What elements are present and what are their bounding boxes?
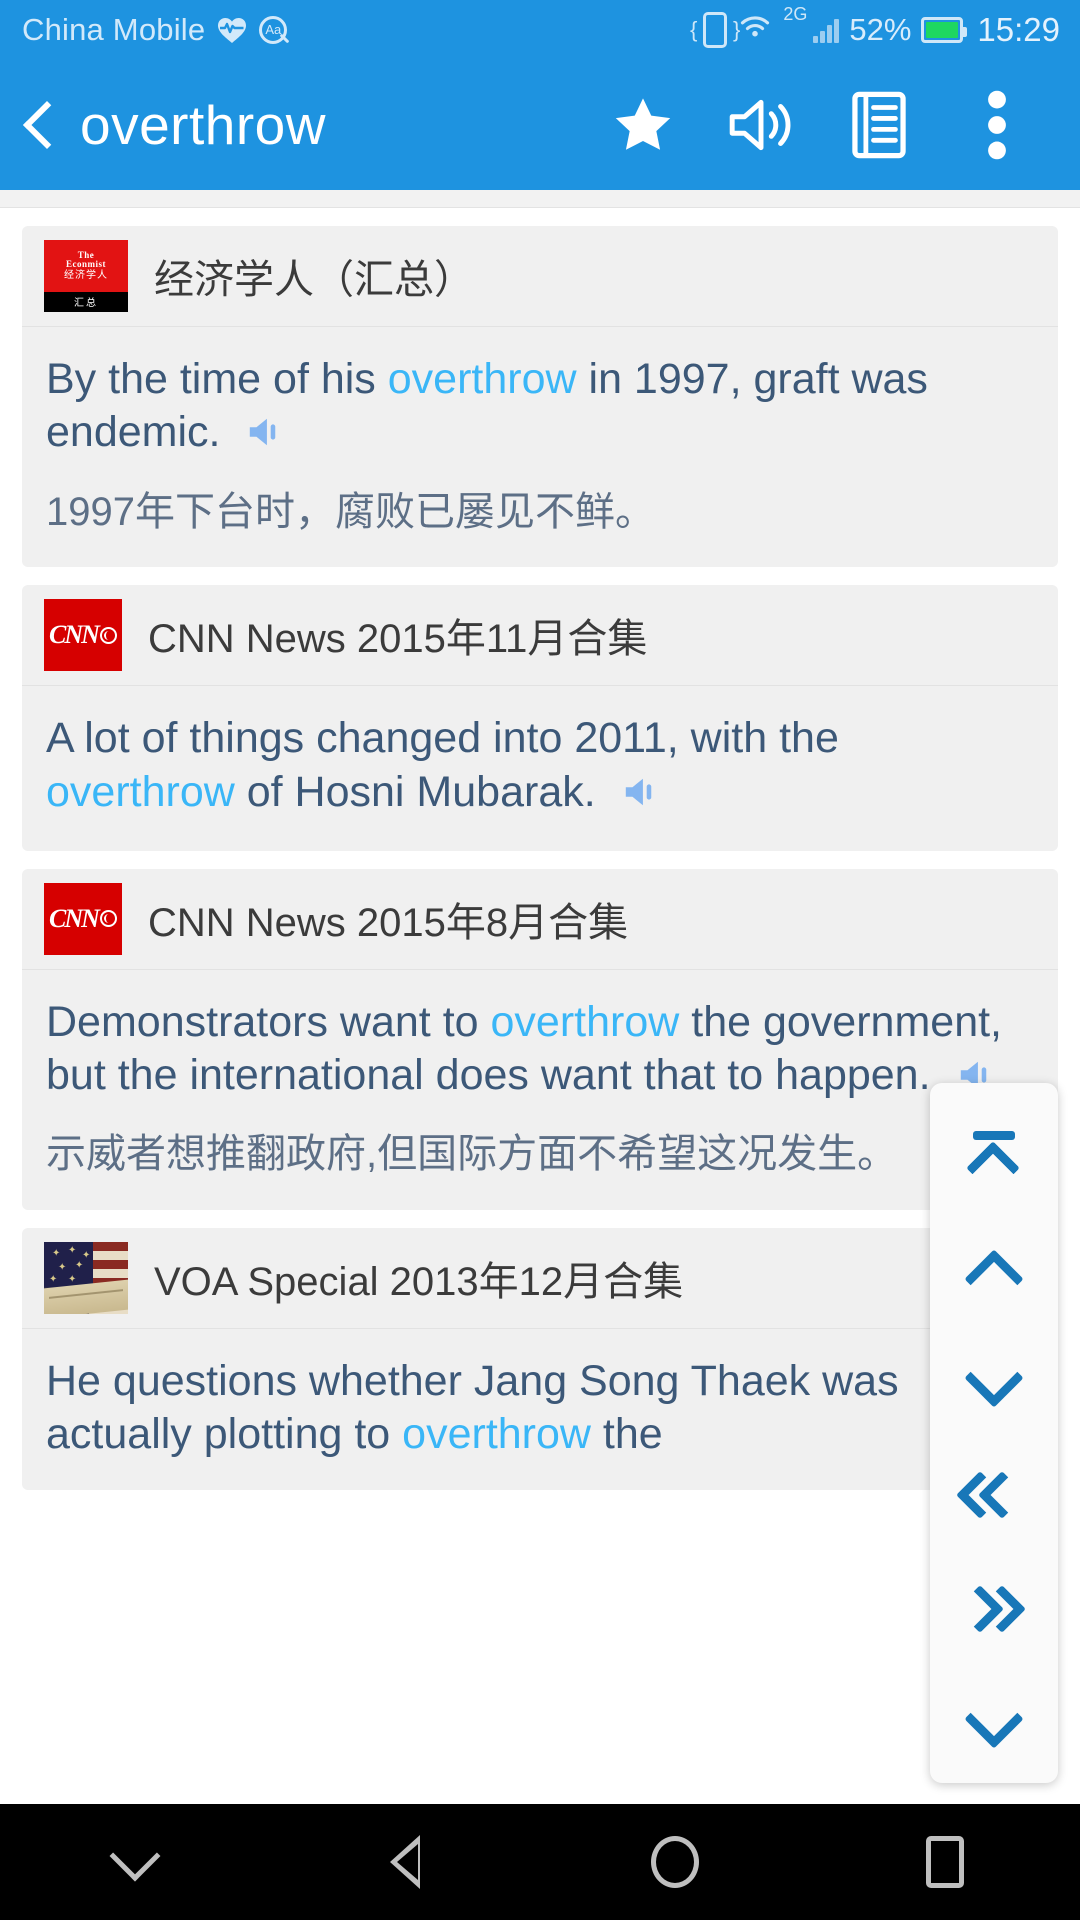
- economist-logo-strip: 汇总: [44, 292, 128, 312]
- status-bar: China Mobile Aa 2G 52% 15:29: [0, 0, 1080, 60]
- hide-keyboard-button[interactable]: [75, 1804, 195, 1920]
- results-list[interactable]: The Econmist 经济学人 汇总 经济学人（汇总） By the tim…: [0, 190, 1080, 1804]
- cnn-globe-icon: [99, 626, 117, 644]
- aa-search-icon: Aa: [259, 16, 288, 44]
- voa-logo: ✦ ✦ ✦ ✦ ✦ ✦ ✦: [44, 1242, 128, 1315]
- sentence-part: Demonstrators want to: [46, 997, 491, 1046]
- next-page-button[interactable]: [930, 1556, 1058, 1670]
- bottom-chevron-icon: [964, 1689, 1024, 1749]
- battery-charging-icon: [921, 17, 968, 43]
- card-body: By the time of his overthrow in 1997, gr…: [22, 327, 1058, 567]
- hide-keyboard-icon: [109, 1830, 161, 1882]
- example-sentence: Demonstrators want to overthrow the gove…: [46, 996, 1034, 1107]
- keyword-highlight: overthrow: [46, 767, 235, 816]
- heart-pulse-icon: [217, 16, 247, 44]
- top-chevron-icon: [965, 1130, 1023, 1195]
- card-source-name: CNN News 2015年11月合集: [148, 617, 648, 662]
- battery-percent-label: 52%: [849, 12, 912, 47]
- double-chevron-left-icon: [955, 1470, 1027, 1524]
- toolbar-actions: [584, 66, 1056, 184]
- cnn-logo: CNN: [44, 599, 122, 672]
- status-bar-left: China Mobile Aa: [22, 12, 288, 48]
- scroll-down-button[interactable]: [930, 1328, 1058, 1442]
- android-back-icon: [390, 1835, 420, 1889]
- card-source-name: VOA Special 2013年12月合集: [154, 1260, 684, 1305]
- economist-logo-econ: Econmist: [66, 259, 106, 270]
- carrier-label: China Mobile: [22, 12, 206, 47]
- result-card[interactable]: CNN CNN News 2015年11月合集 A lot of things …: [22, 585, 1058, 851]
- app-toolbar: overthrow: [0, 60, 1080, 190]
- floating-scroll-nav[interactable]: [930, 1083, 1058, 1783]
- android-recents-button[interactable]: [885, 1804, 1005, 1920]
- star-filled-icon[interactable]: [584, 66, 702, 184]
- android-recents-icon: [926, 1836, 964, 1888]
- economist-logo-cn: 经济学人: [64, 269, 108, 281]
- phone-screen: China Mobile Aa 2G 52% 15:29 overthrow: [0, 0, 1080, 1920]
- card-source-name: 经济学人（汇总）: [154, 258, 474, 302]
- speaker-small-icon[interactable]: [622, 770, 660, 823]
- android-back-button[interactable]: [345, 1804, 465, 1920]
- vibrate-icon: [703, 12, 740, 48]
- speaker-small-icon[interactable]: [246, 410, 284, 463]
- signal-bars-icon: [813, 17, 840, 43]
- wifi-icon: [737, 12, 773, 48]
- card-source-header[interactable]: CNN CNN News 2015年8月合集: [22, 869, 1058, 970]
- android-nav-bar: [0, 1804, 1080, 1920]
- prev-page-button[interactable]: [930, 1442, 1058, 1556]
- translation-text: 1997年下台时，腐败已屡见不鲜。: [46, 489, 655, 534]
- sentence-part: A lot of things changed into 2011, with …: [46, 714, 839, 763]
- sentence-part: of Hosni Mubarak.: [234, 767, 596, 816]
- network-type-label: 2G: [783, 4, 808, 24]
- keyword-highlight: overthrow: [387, 355, 577, 403]
- speaker-icon[interactable]: [702, 66, 820, 184]
- example-sentence: A lot of things changed into 2011, with …: [46, 712, 1034, 823]
- notes-list-icon[interactable]: [820, 66, 938, 184]
- android-home-icon: [651, 1836, 699, 1888]
- clock-label: 15:29: [977, 11, 1060, 48]
- keyword-highlight: overthrow: [490, 997, 680, 1046]
- chevron-down-icon: [964, 1348, 1024, 1408]
- cnn-logo-text: CNN: [49, 620, 100, 650]
- status-bar-right: 2G 52% 15:29: [703, 0, 1060, 60]
- translation-text: 示威者想推翻政府,但国际方面不希望这况发生。: [46, 1132, 898, 1177]
- double-chevron-right-icon: [955, 1584, 1027, 1638]
- android-home-button[interactable]: [615, 1804, 735, 1920]
- sentence-part: the: [590, 1410, 663, 1459]
- cnn-logo-text: CNN: [49, 903, 100, 933]
- example-sentence: By the time of his overthrow in 1997, gr…: [46, 353, 1034, 464]
- card-source-header[interactable]: ✦ ✦ ✦ ✦ ✦ ✦ ✦ VOA Special 2013年12月合集: [22, 1228, 1058, 1330]
- scroll-to-top-button[interactable]: [930, 1101, 1058, 1215]
- scroll-to-bottom-button[interactable]: [930, 1669, 1058, 1783]
- result-card[interactable]: ✦ ✦ ✦ ✦ ✦ ✦ ✦ VOA Special 2013年12月合集 He …: [22, 1228, 1058, 1490]
- economist-logo: The Econmist 经济学人 汇总: [44, 240, 128, 312]
- result-card[interactable]: The Econmist 经济学人 汇总 经济学人（汇总） By the tim…: [22, 226, 1058, 568]
- sentence-part: By the time of his: [46, 355, 388, 403]
- chevron-up-icon: [964, 1248, 1024, 1309]
- card-body: A lot of things changed into 2011, with …: [22, 686, 1058, 851]
- cnn-globe-icon: [99, 910, 117, 928]
- card-source-header[interactable]: CNN CNN News 2015年11月合集: [22, 585, 1058, 687]
- example-sentence: He questions whether Jang Song Thaek was…: [46, 1355, 1034, 1462]
- card-source-header[interactable]: The Econmist 经济学人 汇总 经济学人（汇总）: [22, 226, 1058, 327]
- cnn-logo: CNN: [44, 882, 122, 955]
- card-body: He questions whether Jang Song Thaek was…: [22, 1329, 1058, 1490]
- list-top-spacer: [0, 190, 1080, 208]
- overflow-menu-icon[interactable]: [938, 66, 1056, 184]
- page-title: overthrow: [80, 94, 326, 156]
- card-body: Demonstrators want to overthrow the gove…: [22, 970, 1058, 1210]
- keyword-highlight: overthrow: [402, 1410, 591, 1459]
- scroll-up-button[interactable]: [930, 1215, 1058, 1329]
- card-source-name: CNN News 2015年8月合集: [148, 900, 629, 945]
- result-card[interactable]: CNN CNN News 2015年8月合集 Demonstrators wan…: [22, 868, 1058, 1211]
- back-chevron-icon[interactable]: [22, 100, 72, 150]
